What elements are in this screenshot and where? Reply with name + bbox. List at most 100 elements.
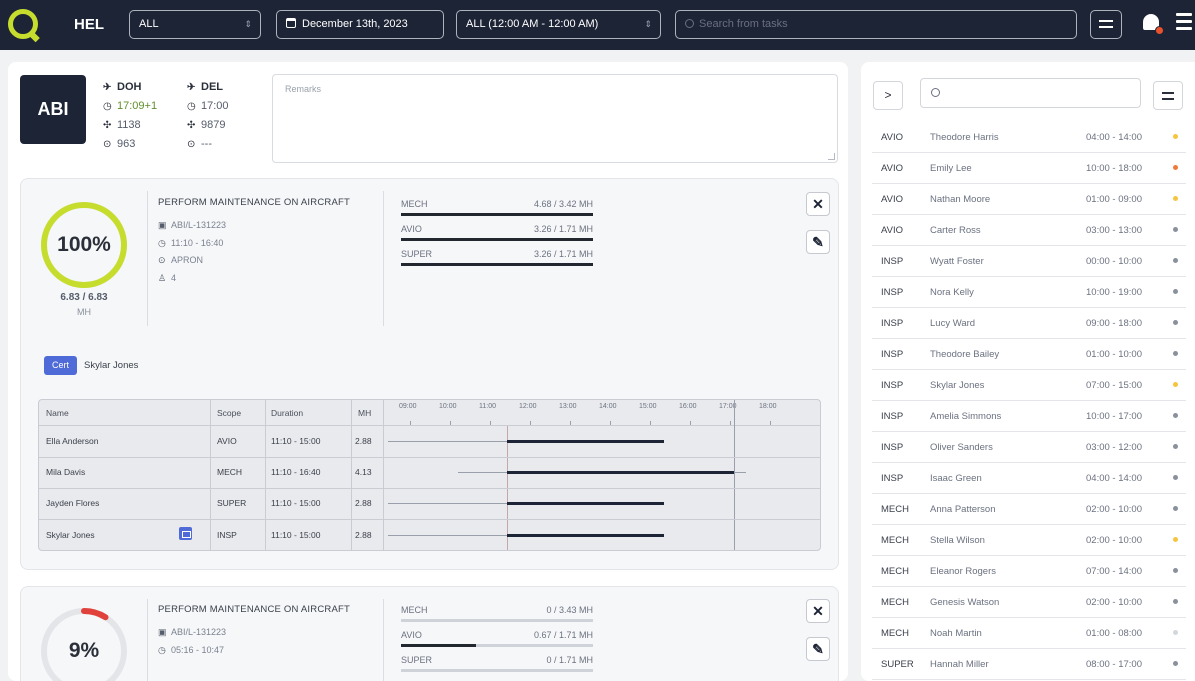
staff-trade: INSP	[881, 349, 904, 360]
arrival-station: DOH	[117, 81, 142, 93]
trade-label: MECH	[401, 199, 428, 209]
staff-name: Skylar Jones	[46, 530, 95, 540]
staff-row[interactable]: INSP Amelia Simmons 10:00 - 17:00	[872, 401, 1186, 432]
aircraft-panel: ABI ✈ DOH ◷ 17:09+1 ✣ 1138 ⊙ 963 ✈ DEL ◷ 17:00…	[8, 62, 848, 681]
date-picker[interactable]: December 13th, 2023	[276, 10, 444, 39]
staff-row[interactable]: INSP Lucy Ward 09:00 - 18:00	[872, 308, 1186, 339]
progress-percent: 100%	[57, 233, 111, 256]
trade-bar	[401, 238, 593, 241]
staff-name: Emily Lee	[930, 163, 972, 174]
staff-shift-hours: 04:00 - 14:00	[1086, 132, 1142, 143]
staff-row[interactable]: INSP Oliver Sanders 03:00 - 12:00	[872, 432, 1186, 463]
status-dot	[1173, 475, 1178, 480]
staff-trade: AVIO	[881, 194, 903, 205]
staff-name: Theodore Bailey	[930, 349, 1000, 360]
staff-row[interactable]: MECH Genesis Watson 02:00 - 10:00	[872, 587, 1186, 618]
staff-row[interactable]: INSP Isaac Green 04:00 - 14:00	[872, 463, 1186, 494]
time-tick: 11:00	[479, 403, 496, 410]
search-icon	[931, 88, 940, 97]
staff-row[interactable]: INSP Nora Kelly 10:00 - 19:00	[872, 277, 1186, 308]
departure-info: ✈ DEL ◷ 17:00 ✣ 9879 ⊙ ---	[187, 79, 229, 155]
staff-trade: INSP	[881, 442, 904, 453]
time-tick: 09:00	[399, 403, 417, 410]
staff-row[interactable]: MECH Noah Martin 01:00 - 08:00	[872, 618, 1186, 649]
task-search-placeholder: Search from tasks	[699, 18, 788, 30]
time-tick: 10:00	[439, 403, 457, 410]
staff-trade: MECH	[881, 566, 909, 577]
staff-row[interactable]: INSP Wyatt Foster 00:00 - 10:00	[872, 246, 1186, 277]
staff-row[interactable]: SUPER Hannah Miller 08:00 - 17:00	[872, 649, 1186, 680]
collapse-panel-button[interactable]: >	[873, 81, 903, 110]
staff-search-input[interactable]	[920, 78, 1141, 108]
filter-select[interactable]: ALL ⇕	[129, 10, 261, 39]
time-tick: 16:00	[679, 403, 697, 410]
staff-trade: AVIO	[881, 163, 903, 174]
staff-duration: 11:10 - 15:00	[271, 436, 321, 446]
staff-row[interactable]: AVIO Carter Ross 03:00 - 13:00	[872, 215, 1186, 246]
staff-row[interactable]: AVIO Theodore Harris 04:00 - 14:00	[872, 122, 1186, 153]
station-code: HEL	[74, 16, 104, 33]
arrival-stand: 963	[117, 138, 136, 150]
filter-settings-button[interactable]	[1090, 10, 1122, 39]
notifications-button[interactable]	[1142, 12, 1164, 35]
time-range-value: ALL (12:00 AM - 12:00 AM)	[466, 18, 599, 30]
staff-row[interactable]: AVIO Nathan Moore 01:00 - 09:00	[872, 184, 1186, 215]
app-logo[interactable]	[8, 9, 38, 39]
edit-task-button[interactable]: ✎	[806, 637, 830, 661]
task-title: PERFORM MAINTENANCE ON AIRCRAFT	[158, 197, 350, 208]
staff-trade: AVIO	[881, 132, 903, 143]
task-time: 11:10 - 16:40	[171, 237, 224, 248]
time-tick: 12:00	[519, 403, 537, 410]
staff-row[interactable]: MECH Stella Wilson 02:00 - 10:00	[872, 525, 1186, 556]
task-search-input[interactable]: Search from tasks	[675, 10, 1077, 39]
staff-shift-hours: 02:00 - 10:00	[1086, 597, 1142, 608]
staff-row[interactable]: MECH Anna Patterson 02:00 - 10:00	[872, 494, 1186, 525]
cert-card-icon[interactable]	[179, 527, 192, 540]
trade-bar	[401, 263, 593, 266]
status-dot	[1173, 537, 1178, 542]
col-divider	[265, 400, 266, 550]
edit-task-button[interactable]: ✎	[806, 230, 830, 254]
staff-name: Eleanor Rogers	[930, 566, 997, 577]
plane-takeoff-icon: ✈	[187, 82, 196, 93]
flight-icon: ✣	[103, 120, 112, 131]
staff-shift-hours: 03:00 - 13:00	[1086, 225, 1142, 236]
progress-percent: 9%	[68, 639, 100, 662]
arrival-time: 17:09+1	[117, 100, 158, 112]
divider	[147, 599, 148, 681]
divider	[147, 191, 148, 326]
departure-time: 17:00	[201, 100, 229, 112]
search-icon	[685, 19, 694, 28]
remarks-textarea[interactable]: Remarks	[272, 74, 838, 163]
task-info: PERFORM MAINTENANCE ON AIRCRAFT ▣ ABI/L-1…	[158, 603, 350, 660]
staff-shift-hours: 03:00 - 12:00	[1086, 442, 1142, 453]
staff-mh: 4.13	[355, 467, 372, 477]
trade-bar	[401, 669, 593, 672]
time-tick: 14:00	[599, 403, 617, 410]
trade-label: AVIO	[401, 224, 422, 234]
staff-row[interactable]: INSP Theodore Bailey 01:00 - 10:00	[872, 339, 1186, 370]
clock-icon: ◷	[103, 101, 112, 112]
timeline-thin	[388, 503, 508, 504]
staff-name: Isaac Green	[930, 473, 982, 484]
staff-row[interactable]: AVIO Emily Lee 10:00 - 18:00	[872, 153, 1186, 184]
time-range-select[interactable]: ALL (12:00 AM - 12:00 AM) ⇕	[456, 10, 661, 39]
staff-name: Skylar Jones	[930, 380, 985, 391]
status-dot	[1173, 506, 1178, 511]
trade-label: SUPER	[401, 655, 433, 665]
staff-filter-button[interactable]	[1153, 81, 1183, 110]
staff-shift-hours: 01:00 - 08:00	[1086, 628, 1142, 639]
divider	[383, 599, 384, 681]
status-dot	[1173, 258, 1178, 263]
arrival-flight: 1138	[117, 119, 141, 131]
staff-row[interactable]: MECH Eleanor Rogers 07:00 - 14:00	[872, 556, 1186, 587]
staff-name: Jayden Flores	[46, 498, 100, 508]
status-dot	[1173, 134, 1178, 139]
close-task-button[interactable]: ✕	[806, 192, 830, 216]
staff-row[interactable]: INSP Skylar Jones 07:00 - 15:00	[872, 370, 1186, 401]
hamburger-menu-icon[interactable]	[1176, 13, 1192, 30]
chevron-right-icon: >	[884, 88, 892, 102]
close-task-button[interactable]: ✕	[806, 599, 830, 623]
staff-name: Nora Kelly	[930, 287, 974, 298]
staff-trade: MECH	[881, 628, 909, 639]
